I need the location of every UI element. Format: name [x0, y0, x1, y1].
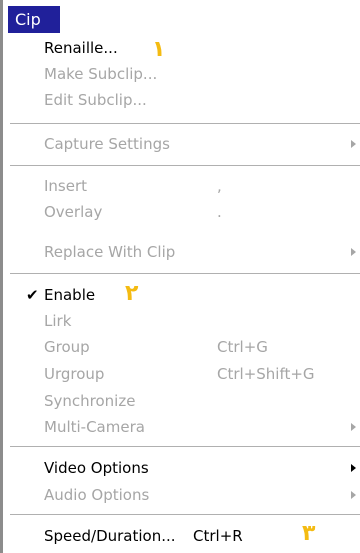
menu-item-label: Make Subclip... — [44, 65, 158, 83]
menu-item-label: Synchronize — [44, 392, 136, 410]
menu-item-audio-options: Audio Options — [10, 482, 360, 508]
menu-item-video-options[interactable]: Video Options — [10, 455, 360, 481]
menu-item-label: Insert — [44, 177, 88, 195]
submenu-arrow-icon — [351, 248, 356, 256]
menu-item-label: Replace With Clip — [44, 243, 176, 261]
menu-item-label: Speed/Duration... — [44, 527, 176, 545]
clip-menu: Renaille... ١ Make Subclip... Edit Subcl… — [10, 33, 360, 553]
submenu-arrow-icon — [351, 140, 356, 148]
menu-item-label: Lirk — [44, 312, 72, 330]
menu-item-capture-settings: Capture Settings — [10, 131, 360, 157]
menu-separator — [10, 123, 360, 124]
menu-item-label: Overlay — [44, 203, 103, 221]
submenu-arrow-icon — [351, 423, 356, 431]
submenu-arrow-icon — [351, 491, 356, 499]
menu-item-label: Audio Options — [44, 486, 150, 504]
menu-item-make-subclip: Make Subclip... — [10, 61, 360, 87]
menu-item-shortcut: , — [217, 177, 222, 195]
menu-item-overlay: Overlay . — [10, 199, 360, 225]
menu-item-replace-with-clip: Replace With Clip — [10, 239, 360, 265]
menu-item-label: Multi-Camera — [44, 418, 145, 436]
checkmark-icon: ✔ — [26, 286, 39, 304]
menu-separator — [10, 446, 360, 447]
menu-item-link: Lirk — [10, 308, 360, 334]
menu-item-label: Capture Settings — [44, 135, 170, 153]
menu-item-rename[interactable]: Renaille... — [10, 35, 360, 61]
annotation-badge-1: ١ — [152, 37, 166, 62]
menu-item-label: Edit Subclip... — [44, 91, 147, 109]
menu-item-edit-subclip: Edit Subclip... — [10, 87, 360, 113]
annotation-badge-3: ٣ — [302, 521, 316, 546]
menu-item-label: Video Options — [44, 459, 149, 477]
menu-separator — [10, 165, 360, 166]
menu-item-insert: Insert , — [10, 173, 360, 199]
menu-title-clip[interactable]: Cip — [8, 6, 60, 33]
menu-item-group: Group Ctrl+G — [10, 334, 360, 360]
menu-separator — [10, 273, 360, 274]
menu-item-label: Urgroup — [44, 365, 105, 383]
submenu-arrow-icon — [351, 464, 356, 472]
menu-item-label: Group — [44, 338, 90, 356]
menu-item-label: Enable — [44, 286, 96, 304]
menu-item-shortcut: Ctrl+Shift+G — [217, 365, 315, 383]
menu-item-shortcut: Ctrl+G — [217, 338, 268, 356]
annotation-badge-2: ٢ — [125, 281, 139, 306]
menu-separator — [10, 514, 360, 515]
menu-item-label: Renaille... — [44, 39, 118, 57]
menu-item-multi-camera: Multi-Camera — [10, 414, 360, 440]
menu-item-shortcut: . — [217, 203, 222, 221]
window-left-edge — [0, 0, 3, 553]
menu-item-synchronize: Synchronize — [10, 388, 360, 414]
menu-item-shortcut: Ctrl+R — [193, 527, 243, 545]
menu-item-ungroup: Urgroup Ctrl+Shift+G — [10, 361, 360, 387]
menu-item-enable[interactable]: ✔ Enable — [10, 282, 360, 308]
